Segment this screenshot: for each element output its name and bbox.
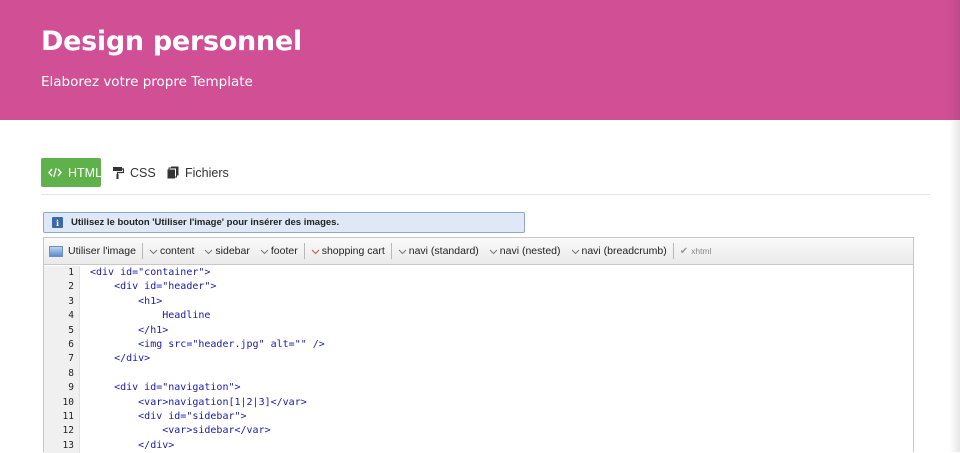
use-image-button[interactable]: Utiliser l'image — [44, 238, 141, 265]
insert-sidebar-button[interactable]: sidebar — [199, 238, 254, 265]
code-lines[interactable]: <div id="container"> <div id="header"> <… — [80, 266, 913, 453]
insert-navi-standard-button[interactable]: navi (standard) — [393, 238, 484, 265]
use-image-label: Utiliser l'image — [68, 245, 136, 257]
line-number: 3 — [68, 295, 74, 307]
code-line[interactable]: <div id="navigation"> — [90, 381, 913, 395]
code-line[interactable]: </div> — [90, 352, 913, 366]
code-line[interactable]: <var>sidebar</var> — [90, 424, 913, 438]
validate-xhtml-button[interactable]: ✔ xhtml — [675, 238, 717, 265]
insert-navi-breadcrumb-button[interactable]: navi (breadcrumb) — [566, 238, 672, 265]
insert-shopping-cart-label: shopping cart — [321, 245, 385, 257]
files-icon — [167, 166, 179, 179]
line-number: 7 — [68, 353, 74, 365]
page-subtitle: Elaborez votre propre Template — [41, 74, 253, 90]
insert-shopping-cart-button[interactable]: shopping cart — [306, 238, 390, 265]
tab-files[interactable]: Fichiers — [160, 158, 236, 187]
code-line[interactable]: </h1> — [90, 324, 913, 338]
line-number: 5 — [68, 324, 74, 336]
chevron-down-icon — [205, 249, 213, 254]
code-line[interactable]: <h1> — [90, 295, 913, 309]
line-number: 13 — [62, 439, 74, 451]
line-number-gutter: 1 2 3 4 5 6 7 8 9 10 11 12 13 — [44, 266, 80, 453]
tabs-divider — [41, 194, 930, 195]
tab-css[interactable]: CSS — [105, 158, 163, 187]
line-number: 9 — [68, 382, 74, 394]
header-edge — [946, 0, 960, 120]
editor-toolbar: Utiliser l'image content sidebar footer … — [44, 238, 913, 265]
insert-footer-button[interactable]: footer — [255, 238, 303, 265]
page-scrollbar-edge — [950, 120, 960, 452]
insert-navi-standard-label: navi (standard) — [408, 245, 479, 257]
page-header: Design personnel Elaborez votre propre T… — [0, 0, 960, 120]
line-number: 10 — [62, 396, 74, 408]
toolbar-separator — [672, 243, 674, 259]
insert-navi-breadcrumb-label: navi (breadcrumb) — [581, 245, 667, 257]
code-editor: Utiliser l'image content sidebar footer … — [43, 237, 914, 453]
tab-files-label: Fichiers — [185, 165, 229, 180]
chevron-down-icon — [149, 249, 158, 254]
chevron-down-icon — [571, 249, 579, 254]
paint-roller-icon — [112, 166, 124, 179]
insert-navi-nested-label: navi (nested) — [499, 245, 561, 257]
toolbar-separator — [141, 243, 143, 259]
info-banner: i Utilisez le bouton 'Utiliser l'image' … — [43, 212, 525, 233]
code-line[interactable]: </div> — [90, 439, 913, 453]
validate-xhtml-label: xhtml — [691, 246, 712, 256]
check-icon: ✔ — [679, 245, 689, 257]
insert-footer-label: footer — [270, 245, 298, 257]
line-number: 1 — [68, 267, 74, 278]
insert-sidebar-label: sidebar — [215, 245, 250, 257]
chevron-down-icon — [398, 249, 407, 254]
code-line[interactable]: <div id="header"> — [90, 280, 913, 294]
code-line[interactable]: <div id="container"> — [90, 266, 913, 280]
insert-content-button[interactable]: content — [144, 238, 199, 265]
toolbar-separator — [390, 243, 392, 259]
page-title: Design personnel — [41, 26, 302, 57]
chevron-down-icon — [260, 249, 269, 254]
image-icon — [49, 245, 63, 257]
tab-html[interactable]: HTML — [41, 158, 103, 187]
insert-content-label: content — [159, 245, 195, 257]
code-line[interactable]: <div id="sidebar"> — [90, 410, 913, 424]
chevron-down-icon — [489, 249, 498, 254]
code-line[interactable]: Headline — [90, 309, 913, 323]
insert-navi-nested-button[interactable]: navi (nested) — [484, 238, 566, 265]
line-number: 12 — [62, 425, 74, 437]
line-number: 4 — [68, 310, 74, 322]
line-number: 2 — [68, 281, 74, 293]
code-line[interactable] — [90, 367, 913, 381]
code-icon — [48, 167, 62, 178]
editor-tabs: HTML CSS Fichiers — [0, 158, 960, 196]
code-line[interactable]: <img src="header.jpg" alt="" /> — [90, 338, 913, 352]
code-line[interactable]: <var>navigation[1|2|3]</var> — [90, 396, 913, 410]
info-message: Utilisez le bouton 'Utiliser l'image' po… — [71, 217, 340, 228]
line-number: 6 — [68, 338, 74, 350]
toolbar-separator — [303, 243, 305, 259]
chevron-down-icon — [311, 249, 320, 254]
tab-css-label: CSS — [130, 165, 156, 180]
line-number: 8 — [68, 367, 74, 379]
line-number: 11 — [62, 410, 74, 422]
tab-html-label: HTML — [68, 165, 103, 180]
info-icon: i — [52, 217, 63, 228]
code-area[interactable]: 1 2 3 4 5 6 7 8 9 10 11 12 13 <div id="container"> <… — [44, 266, 913, 453]
